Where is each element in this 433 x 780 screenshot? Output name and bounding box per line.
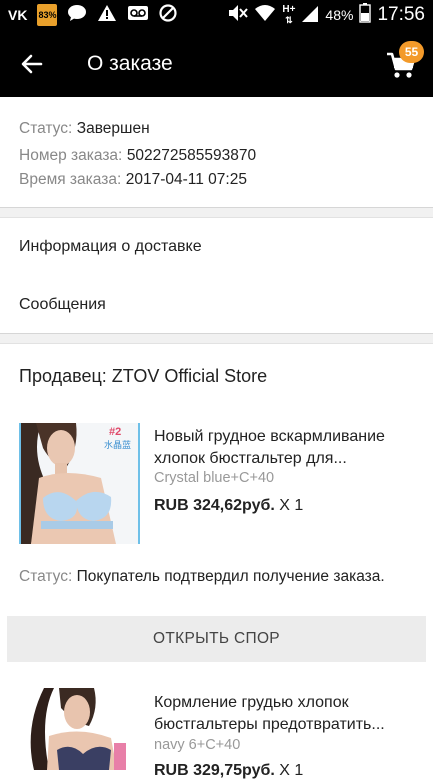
product-quantity: X 1 (279, 497, 304, 514)
item-status: Статус: Покупатель подтвердил получение … (19, 567, 419, 587)
product-variant: Crystal blue+C+40 (154, 470, 275, 486)
data-signal-type: H+ ⇅ (282, 3, 296, 25)
blocked-icon (159, 3, 178, 27)
product-badge-number: #2 (109, 426, 122, 438)
order-number-row: Номер заказа: 502272585593870 (19, 147, 256, 165)
delivery-info-label: Информация о доставке (19, 238, 202, 255)
battery-icon (359, 2, 372, 28)
product-photo (19, 688, 139, 770)
app-bar: О заказе 55 (0, 30, 433, 97)
clock: 17:56 (377, 4, 425, 25)
section-divider (0, 207, 433, 218)
cell-signal-icon (301, 3, 319, 28)
messages-label: Сообщения (19, 296, 106, 313)
delivery-info-item[interactable]: Информация о доставке (0, 220, 433, 276)
order-time-row: Время заказа: 2017-04-11 07:25 (19, 171, 247, 189)
product-price-row: RUB 324,62руб. X 1 (154, 497, 303, 515)
order-number-label: Номер заказа: (19, 147, 123, 164)
order-time-label: Время заказа: (19, 171, 122, 188)
order-number-value: 502272585593870 (126, 147, 257, 164)
section-divider (0, 333, 433, 344)
battery-app-icon: 83% (37, 4, 58, 26)
vk-icon: VK (8, 7, 28, 23)
warning-icon (97, 4, 117, 27)
product-variant: navy 6+C+40 (154, 737, 241, 753)
mute-icon (226, 3, 249, 28)
product-price: RUB 329,75руб. (154, 762, 275, 779)
battery-percent: 48% (325, 7, 354, 23)
open-dispute-button[interactable]: ОТКРЫТЬ СПОР (7, 616, 426, 662)
order-status-row: Статус: Завершен (19, 120, 150, 138)
item-status-label: Статус: (19, 568, 73, 585)
product-badge-text: 水晶蓝 (104, 440, 132, 450)
seller-name[interactable]: Продавец: ZTOV Official Store (19, 366, 267, 387)
item-status-value: Покупатель подтвердил получение заказа. (76, 568, 385, 585)
status-value: Завершен (76, 120, 150, 137)
order-time-value: 2017-04-11 07:25 (125, 171, 247, 188)
product-price: RUB 324,62руб. (154, 497, 275, 514)
messages-item[interactable]: Сообщения (0, 278, 433, 334)
product-title[interactable]: Кормление грудью хлопок бюстгальтеры пре… (154, 692, 416, 736)
system-status-bar: VK 83% H+ ⇅ 48% 17:56 (0, 0, 433, 30)
product-image[interactable]: #2 水晶蓝 (19, 423, 140, 544)
status-label: Статус: (19, 120, 73, 137)
product-image[interactable] (19, 688, 139, 770)
back-button[interactable] (14, 47, 50, 81)
arrow-left-icon (21, 54, 43, 74)
cart-count-badge: 55 (399, 41, 424, 63)
product-title[interactable]: Новый грудное вскармливание хлопок бюстг… (154, 426, 416, 470)
voicemail-icon (127, 4, 149, 27)
chat-icon (67, 4, 87, 27)
wifi-icon (254, 3, 276, 28)
product-quantity: X 1 (279, 762, 304, 779)
product-price-row: RUB 329,75руб. X 1 (154, 762, 303, 780)
page-title: О заказе (87, 52, 173, 75)
